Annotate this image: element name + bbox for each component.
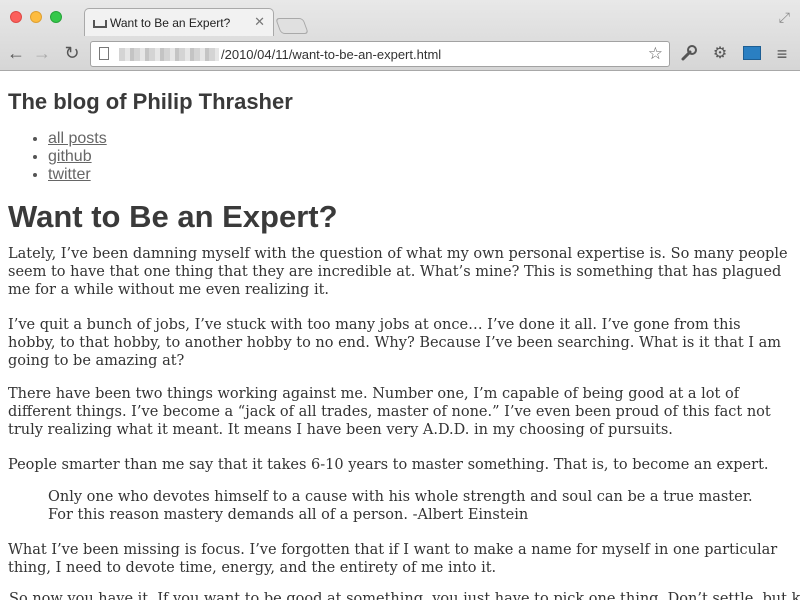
- nav-item: all posts: [48, 130, 107, 148]
- post-paragraph: I’ve quit a bunch of jobs, I’ve stuck wi…: [8, 317, 782, 369]
- browser-tab-active[interactable]: Want to Be an Expert? ✕: [84, 8, 274, 36]
- bookmark-star-icon[interactable]: ☆: [648, 44, 663, 64]
- minimize-window-button[interactable]: [30, 11, 42, 23]
- post-paragraph: What I’ve been missing is focus. I’ve fo…: [8, 542, 778, 576]
- page-favicon-icon: [93, 20, 107, 28]
- blog-title: The blog of Philip Thrasher: [8, 89, 293, 114]
- window-controls: [10, 11, 62, 23]
- browser-chrome: Want to Be an Expert? ✕ ⤢ ← → ↻ /2010/04…: [0, 0, 800, 71]
- tab-close-icon[interactable]: ✕: [254, 14, 265, 30]
- forward-button[interactable]: →: [32, 43, 52, 63]
- close-window-button[interactable]: [10, 11, 22, 23]
- screen-capture-extension-icon[interactable]: [742, 44, 762, 64]
- wrench-icon[interactable]: [679, 44, 699, 64]
- address-bar[interactable]: /2010/04/11/want-to-be-an-expert.html ☆: [90, 41, 670, 67]
- new-tab-button[interactable]: [275, 18, 309, 34]
- post-title: Want to Be an Expert?: [8, 199, 338, 234]
- url-domain-redacted: [119, 48, 219, 61]
- gear-icon[interactable]: ⚙: [710, 44, 730, 64]
- post-paragraph: People smarter than me say that it takes…: [8, 457, 769, 473]
- post-paragraph: There have been two things working again…: [8, 386, 771, 438]
- post-paragraph-cutoff: t. So now you have it. If you want to be…: [0, 591, 800, 600]
- nav-item: github: [48, 148, 107, 166]
- nav-link-all-posts[interactable]: all posts: [48, 130, 107, 147]
- maximize-window-button[interactable]: [50, 11, 62, 23]
- page-icon: [99, 47, 109, 60]
- back-button[interactable]: ←: [6, 43, 26, 63]
- url-path: /2010/04/11/want-to-be-an-expert.html: [221, 47, 442, 62]
- page-content: The blog of Philip Thrasher all posts gi…: [0, 71, 800, 600]
- tab-title: Want to Be an Expert?: [110, 16, 231, 30]
- nav-link-github[interactable]: github: [48, 148, 92, 165]
- fullscreen-icon[interactable]: ⤢: [779, 9, 790, 26]
- nav-link-twitter[interactable]: twitter: [48, 166, 91, 183]
- post-paragraph: Lately, I’ve been damning myself with th…: [8, 246, 788, 298]
- nav-item: twitter: [48, 166, 107, 184]
- einstein-quote: Only one who devotes himself to a cause …: [48, 489, 753, 523]
- menu-icon[interactable]: ≡: [772, 44, 792, 64]
- reload-button[interactable]: ↻: [62, 43, 82, 63]
- blog-nav: all posts github twitter: [8, 130, 107, 184]
